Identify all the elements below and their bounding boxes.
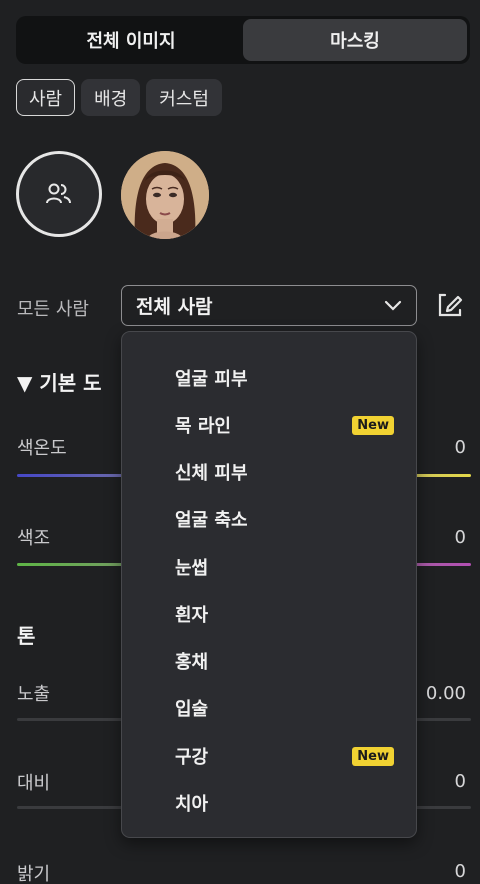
dropdown-item-label: 입술: [175, 699, 209, 720]
dropdown-item-label: 신체 피부: [175, 463, 248, 484]
edit-mask-icon[interactable]: [436, 291, 464, 323]
dropdown-item-label: 목 라인: [175, 416, 231, 437]
dropdown-item-label: 홍채: [175, 652, 209, 673]
scrolled-item-fragment: [175, 332, 255, 340]
people-row-label: 모든 사람: [17, 299, 89, 320]
new-badge: New: [352, 746, 394, 766]
people-select-value: 전체 사람: [136, 296, 213, 318]
portrait-image: [121, 151, 209, 239]
dropdown-item[interactable]: 신체 피부: [122, 452, 416, 492]
tab-masking[interactable]: 마스킹: [243, 19, 467, 61]
dropdown-item[interactable]: 치아: [122, 783, 416, 823]
dropdown-item[interactable]: 입술: [122, 688, 416, 728]
person-avatar[interactable]: [121, 151, 209, 239]
dropdown-item[interactable]: 흰자: [122, 594, 416, 634]
mask-type-chips: 사람 배경 커스텀: [16, 79, 222, 116]
all-people-avatar[interactable]: [16, 151, 102, 237]
slider-label-brightness: 밝기: [17, 864, 51, 884]
people-select[interactable]: 전체 사람: [121, 285, 417, 326]
new-badge: New: [352, 415, 394, 435]
tab-whole-image[interactable]: 전체 이미지: [19, 19, 243, 61]
section-tone-title: 톤: [17, 624, 36, 648]
dropdown-item-label: 눈썹: [175, 558, 209, 579]
dropdown-item[interactable]: 눈썹: [122, 547, 416, 587]
section-basic-title[interactable]: ▼ 기본 도: [17, 367, 102, 396]
dropdown-item[interactable]: 홍채: [122, 641, 416, 681]
chip-person[interactable]: 사람: [16, 79, 76, 116]
chevron-down-icon: [384, 300, 402, 311]
slider-label-exposure: 노출: [17, 684, 51, 705]
dropdown-item-label: 치아: [175, 794, 209, 815]
dropdown-item-label: 구강: [175, 747, 209, 768]
dropdown-item[interactable]: 얼굴 축소: [122, 499, 416, 539]
body-part-dropdown: 얼굴 피부 목 라인 New 신체 피부 얼굴 축소 눈썹 흰자 홍채 입술 구강…: [121, 331, 417, 838]
slider-label-contrast: 대비: [17, 773, 51, 794]
slider-value-brightness[interactable]: 0: [455, 861, 466, 882]
dropdown-item[interactable]: 목 라인 New: [122, 405, 416, 445]
view-mode-segmented-control: 전체 이미지 마스킹: [16, 16, 470, 64]
dropdown-item[interactable]: 얼굴 피부: [122, 358, 416, 398]
chip-background[interactable]: 배경: [81, 79, 141, 116]
slider-value-temperature[interactable]: 0: [455, 437, 466, 458]
dropdown-item-label: 얼굴 피부: [175, 369, 248, 390]
slider-value-tint[interactable]: 0: [455, 527, 466, 548]
dropdown-item-label: 얼굴 축소: [175, 510, 248, 531]
chip-custom[interactable]: 커스텀: [146, 79, 222, 116]
dropdown-item-label: 흰자: [175, 605, 209, 626]
slider-value-contrast[interactable]: 0: [455, 771, 466, 792]
dropdown-item[interactable]: 구강 New: [122, 736, 416, 776]
slider-label-temperature: 색온도: [17, 438, 67, 459]
slider-label-tint: 색조: [17, 528, 51, 549]
slider-value-exposure[interactable]: 0.00: [426, 683, 466, 704]
people-group-icon: [46, 183, 71, 204]
